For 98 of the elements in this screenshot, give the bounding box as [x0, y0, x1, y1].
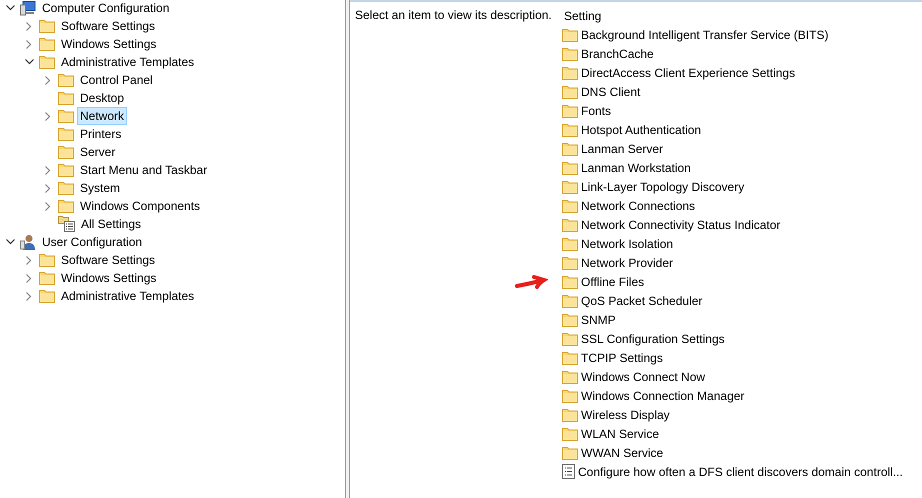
folder-icon — [562, 426, 578, 440]
folder-icon — [562, 388, 578, 402]
setting-item[interactable]: Wireless Display — [581, 408, 670, 422]
folder-icon — [562, 350, 578, 364]
tree-item[interactable]: Network — [77, 107, 128, 125]
folder-icon — [562, 198, 578, 212]
folder-icon — [562, 66, 578, 80]
setting-item[interactable]: DirectAccess Client Experience Settings — [581, 66, 796, 80]
setting-item[interactable]: Fonts — [581, 104, 612, 118]
settings-list-icon — [58, 216, 75, 232]
setting-item[interactable]: WLAN Service — [581, 426, 660, 440]
folder-icon — [562, 312, 578, 326]
folder-icon — [39, 19, 55, 33]
setting-item[interactable]: DNS Client — [581, 84, 640, 98]
tree-item[interactable]: System — [77, 179, 124, 197]
folder-icon — [562, 104, 578, 118]
collapse-chevron-icon[interactable] — [6, 5, 14, 11]
setting-item[interactable]: Network Connections — [581, 198, 696, 212]
tree-item[interactable]: Start Menu and Taskbar — [77, 161, 210, 179]
tree-item[interactable]: Server — [77, 143, 118, 161]
folder-icon — [562, 274, 578, 288]
setting-item[interactable]: Background Intelligent Transfer Service (BITS) — [581, 28, 828, 42]
setting-item[interactable]: Hotspot Authentication — [581, 122, 702, 136]
folder-icon — [39, 271, 55, 285]
setting-item[interactable]: QoS Packet Scheduler — [581, 294, 702, 308]
folder-icon — [58, 127, 74, 141]
tree-item[interactable]: Administrative Templates — [58, 287, 198, 305]
tree-item[interactable]: Desktop — [77, 89, 128, 107]
folder-icon — [562, 180, 578, 194]
collapse-chevron-icon[interactable] — [6, 239, 14, 245]
setting-item[interactable]: Offline Files — [581, 274, 644, 288]
setting-item[interactable]: TCPIP Settings — [581, 350, 663, 364]
tree-item[interactable]: Administrative Templates — [58, 53, 198, 71]
setting-item[interactable]: Configure how often a DFS client discovers domain controll... — [578, 464, 903, 478]
folder-icon — [39, 55, 55, 69]
tree-item[interactable]: Software Settings — [58, 251, 158, 269]
tree-item[interactable]: Printers — [77, 125, 124, 143]
collapse-chevron-icon[interactable] — [24, 59, 34, 65]
folder-icon — [562, 236, 578, 250]
setting-item[interactable]: Lanman Workstation — [581, 160, 691, 174]
tree-item[interactable]: All Settings — [78, 215, 144, 233]
setting-item[interactable]: SSL Configuration Settings — [581, 332, 725, 346]
folder-icon — [562, 160, 578, 174]
tree-item[interactable]: Windows Settings — [58, 269, 160, 287]
folder-icon — [39, 253, 55, 267]
folder-icon — [58, 109, 74, 123]
tree-item[interactable]: Windows Settings — [58, 35, 160, 53]
folder-icon — [58, 163, 74, 177]
folder-icon — [562, 84, 578, 98]
expand-chevron-icon[interactable] — [26, 292, 32, 300]
expand-chevron-icon[interactable] — [45, 202, 51, 210]
folder-icon — [562, 408, 578, 422]
folder-icon — [58, 145, 74, 159]
folder-icon — [58, 73, 74, 87]
expand-chevron-icon[interactable] — [45, 184, 51, 192]
folder-icon — [562, 294, 578, 308]
folder-icon — [562, 122, 578, 136]
policy-icon — [562, 464, 575, 479]
folder-icon — [562, 332, 578, 346]
tree-item[interactable]: Windows Components — [77, 197, 204, 215]
folder-icon — [39, 289, 55, 303]
tree-item[interactable]: Software Settings — [58, 17, 158, 35]
expand-chevron-icon[interactable] — [26, 256, 32, 264]
setting-item[interactable]: BranchCache — [581, 46, 654, 60]
folder-icon — [58, 199, 74, 213]
folder-icon — [58, 91, 74, 105]
setting-item[interactable]: Network Connectivity Status Indicator — [581, 218, 780, 232]
folder-icon — [562, 142, 578, 156]
tree-item[interactable]: Computer Configuration — [39, 0, 172, 17]
setting-item[interactable]: Lanman Server — [581, 142, 664, 156]
expand-chevron-icon[interactable] — [26, 274, 32, 282]
tree-item[interactable]: Control Panel — [77, 71, 156, 89]
column-header[interactable]: Setting — [564, 7, 602, 25]
pane-splitter[interactable] — [346, 0, 350, 498]
setting-item[interactable]: Windows Connect Now — [581, 370, 706, 384]
setting-item[interactable]: Link-Layer Topology Discovery — [581, 180, 744, 194]
user-icon — [20, 234, 36, 250]
description-text: Select an item to view its description. — [355, 8, 552, 22]
setting-item[interactable]: Network Isolation — [581, 236, 674, 250]
expand-chevron-icon[interactable] — [26, 22, 32, 30]
expand-chevron-icon[interactable] — [26, 40, 32, 48]
folder-icon — [39, 37, 55, 51]
folder-icon — [562, 256, 578, 270]
setting-item[interactable]: Windows Connection Manager — [581, 388, 744, 402]
expand-chevron-icon[interactable] — [45, 112, 51, 120]
expand-chevron-icon[interactable] — [45, 166, 51, 174]
setting-item[interactable]: WWAN Service — [581, 446, 664, 460]
folder-icon — [562, 28, 578, 42]
expand-chevron-icon[interactable] — [45, 76, 51, 84]
setting-item[interactable]: SNMP — [581, 312, 616, 326]
tree-item[interactable]: User Configuration — [39, 233, 146, 251]
folder-icon — [562, 446, 578, 460]
folder-icon — [562, 370, 578, 384]
folder-icon — [562, 46, 578, 60]
folder-icon — [58, 181, 74, 195]
computer-icon — [20, 0, 36, 16]
setting-item[interactable]: Network Provider — [581, 256, 674, 270]
folder-icon — [562, 218, 578, 232]
